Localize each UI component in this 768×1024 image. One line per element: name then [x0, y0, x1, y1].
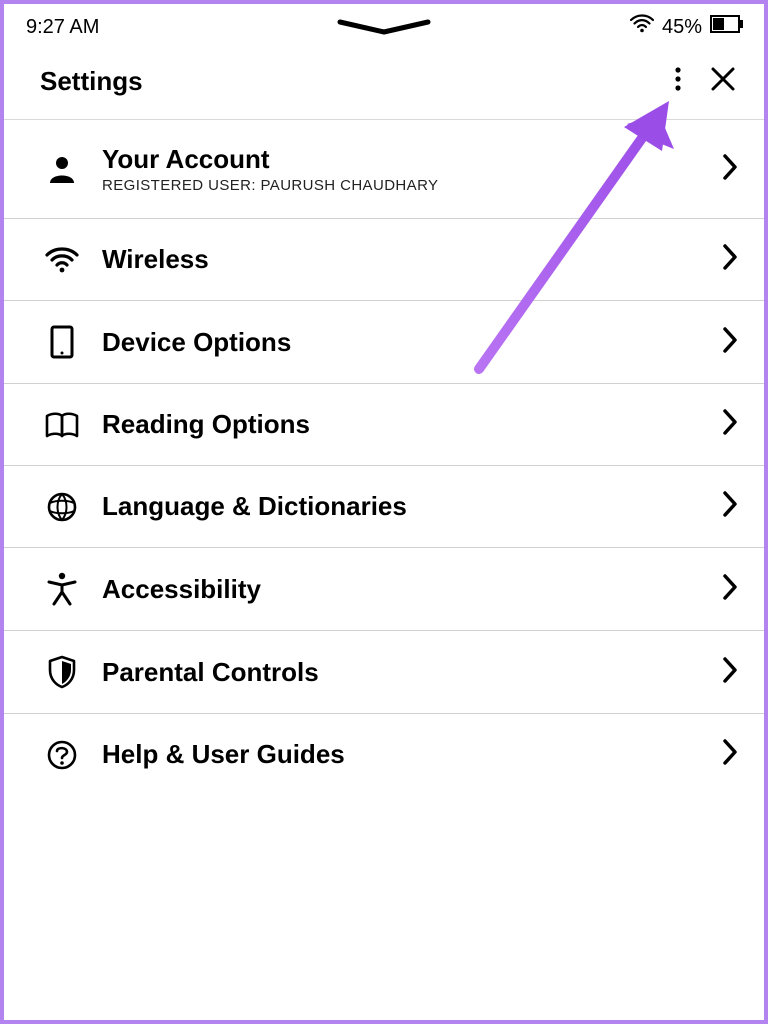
accessibility-icon [40, 572, 84, 606]
shield-icon [40, 655, 84, 689]
chevron-right-icon [722, 153, 738, 186]
row-title: Parental Controls [102, 657, 722, 688]
row-title: Language & Dictionaries [102, 491, 722, 522]
help-icon [40, 739, 84, 771]
battery-icon [710, 15, 744, 39]
row-title: Your Account [102, 144, 722, 175]
row-reading-options[interactable]: Reading Options [4, 384, 764, 466]
page-title: Settings [40, 66, 143, 97]
settings-list: Your Account REGISTERED USER: PAURUSH CH… [4, 120, 764, 795]
row-help-guides[interactable]: Help & User Guides [4, 714, 764, 795]
status-time: 9:27 AM [26, 16, 99, 39]
chevron-right-icon [722, 490, 738, 523]
more-menu-icon[interactable] [674, 66, 682, 97]
chevron-right-icon [722, 243, 738, 276]
chevron-right-icon [722, 408, 738, 441]
chevron-right-icon [722, 656, 738, 689]
row-title: Wireless [102, 244, 722, 275]
chevron-right-icon [722, 326, 738, 359]
tablet-icon [40, 325, 84, 359]
book-icon [40, 411, 84, 439]
settings-header: Settings [4, 48, 764, 120]
chevron-right-icon [722, 573, 738, 606]
row-title: Device Options [102, 327, 722, 358]
row-title: Help & User Guides [102, 739, 722, 770]
wifi-icon [630, 14, 654, 40]
status-right: 45% [630, 14, 744, 40]
row-wireless[interactable]: Wireless [4, 219, 764, 301]
wifi-icon [40, 246, 84, 274]
row-accessibility[interactable]: Accessibility [4, 548, 764, 631]
battery-percent: 45% [662, 16, 702, 39]
close-icon[interactable] [710, 66, 736, 97]
row-device-options[interactable]: Device Options [4, 301, 764, 384]
pull-down-handle-icon[interactable] [334, 18, 434, 41]
chevron-right-icon [722, 738, 738, 771]
device-frame: 9:27 AM 45% Settings [0, 0, 768, 1024]
row-language-dictionaries[interactable]: Language & Dictionaries [4, 466, 764, 548]
globe-icon [40, 491, 84, 523]
row-your-account[interactable]: Your Account REGISTERED USER: PAURUSH CH… [4, 120, 764, 219]
person-icon [40, 153, 84, 185]
row-title: Reading Options [102, 409, 722, 440]
row-parental-controls[interactable]: Parental Controls [4, 631, 764, 714]
row-subtitle: REGISTERED USER: PAURUSH CHAUDHARY [102, 177, 722, 194]
row-title: Accessibility [102, 574, 722, 605]
